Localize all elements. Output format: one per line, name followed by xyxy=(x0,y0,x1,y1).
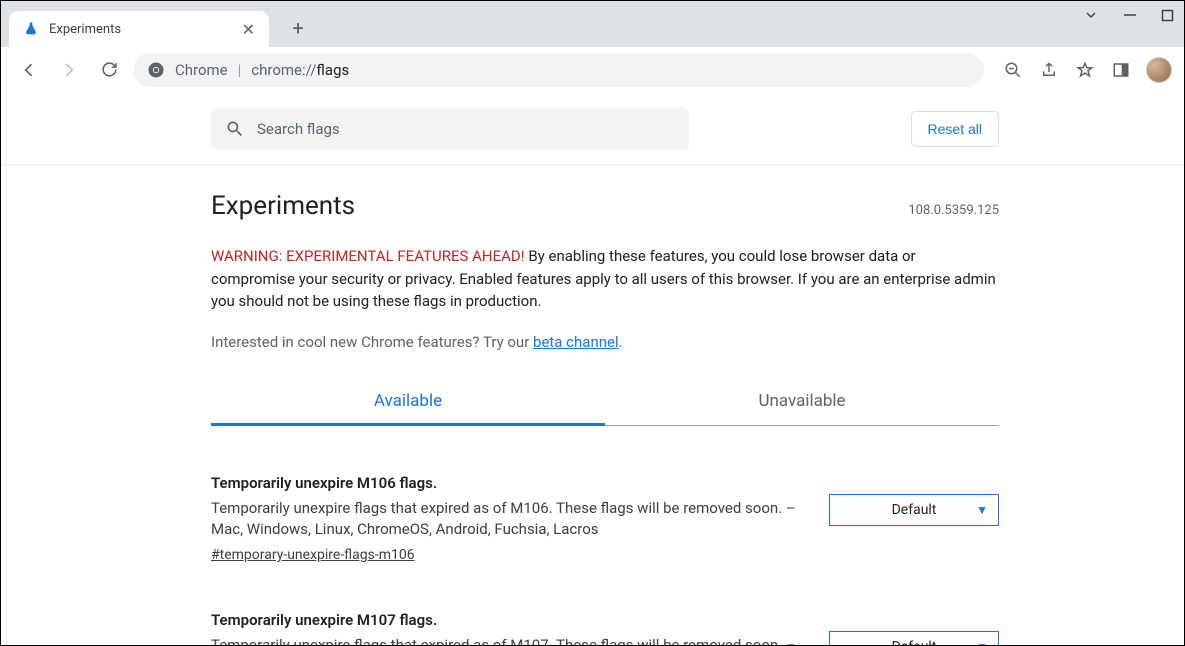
page-title: Experiments xyxy=(211,191,355,221)
reload-button[interactable] xyxy=(93,54,125,86)
bookmark-icon[interactable] xyxy=(1074,59,1096,81)
content: Experiments 108.0.5359.125 WARNING: EXPE… xyxy=(211,165,999,645)
back-button[interactable] xyxy=(13,54,45,86)
tabs-row: Available Unavailable xyxy=(211,379,999,426)
toolbar-actions xyxy=(992,57,1172,83)
search-placeholder: Search flags xyxy=(257,120,340,138)
beta-link[interactable]: beta channel xyxy=(533,333,619,351)
warning-prefix: WARNING: EXPERIMENTAL FEATURES AHEAD! xyxy=(211,247,525,265)
flask-icon xyxy=(23,21,39,37)
minimize-icon[interactable] xyxy=(1123,8,1137,22)
avatar[interactable] xyxy=(1146,57,1172,83)
chrome-icon xyxy=(147,61,165,79)
chevron-down-icon[interactable] xyxy=(1083,7,1099,23)
beta-text: Interested in cool new Chrome features? … xyxy=(211,333,533,351)
tab-unavailable[interactable]: Unavailable xyxy=(605,379,999,425)
beta-suffix: . xyxy=(619,333,623,351)
search-row: Search flags Reset all xyxy=(211,94,999,164)
page-content: Search flags Reset all Experiments 108.0… xyxy=(1,93,1184,645)
flag-row: Temporarily unexpire M107 flags. Tempora… xyxy=(211,611,999,645)
maximize-icon[interactable] xyxy=(1161,9,1174,22)
new-tab-button[interactable]: + xyxy=(283,13,313,43)
omnibox-separator: | xyxy=(238,61,242,79)
flag-select[interactable]: Default ▼ xyxy=(829,631,999,645)
flag-select-value: Default xyxy=(892,502,937,518)
tab-available[interactable]: Available xyxy=(211,379,605,425)
forward-button[interactable] xyxy=(53,54,85,86)
chevron-down-icon: ▼ xyxy=(976,503,988,517)
flag-description: Temporarily unexpire flags that expired … xyxy=(211,635,805,645)
reset-all-button[interactable]: Reset all xyxy=(911,111,999,147)
title-row: Experiments 108.0.5359.125 xyxy=(211,191,999,221)
version-text: 108.0.5359.125 xyxy=(908,203,999,218)
tab-title: Experiments xyxy=(49,22,228,37)
tab-strip: Experiments ✕ + xyxy=(1,1,1184,47)
flag-row: Temporarily unexpire M106 flags. Tempora… xyxy=(211,474,999,564)
close-icon[interactable]: ✕ xyxy=(238,18,259,41)
omnibox[interactable]: Chrome | chrome://flags xyxy=(133,53,984,87)
omnibox-url-prefix: chrome:// xyxy=(251,61,316,79)
zoom-icon[interactable] xyxy=(1002,59,1024,81)
warning-block: WARNING: EXPERIMENTAL FEATURES AHEAD! By… xyxy=(211,245,999,313)
flag-hash-link[interactable]: #temporary-unexpire-flags-m106 xyxy=(211,547,415,563)
sidepanel-icon[interactable] xyxy=(1110,59,1132,81)
toolbar: Chrome | chrome://flags xyxy=(1,47,1184,93)
window-controls xyxy=(1083,7,1174,23)
flag-description: Temporarily unexpire flags that expired … xyxy=(211,498,805,542)
omnibox-label: Chrome xyxy=(175,61,228,79)
flag-title: Temporarily unexpire M106 flags. xyxy=(211,474,805,492)
search-input[interactable]: Search flags xyxy=(211,108,689,150)
omnibox-url-path: flags xyxy=(316,61,349,79)
beta-line: Interested in cool new Chrome features? … xyxy=(211,333,999,351)
share-icon[interactable] xyxy=(1038,59,1060,81)
flag-info: Temporarily unexpire M107 flags. Tempora… xyxy=(211,611,805,645)
flag-info: Temporarily unexpire M106 flags. Tempora… xyxy=(211,474,805,564)
flag-select[interactable]: Default ▼ xyxy=(829,494,999,526)
chevron-down-icon: ▼ xyxy=(976,640,988,645)
flag-title: Temporarily unexpire M107 flags. xyxy=(211,611,805,629)
search-icon xyxy=(225,119,245,139)
browser-tab[interactable]: Experiments ✕ xyxy=(9,11,269,47)
flag-select-value: Default xyxy=(892,639,937,645)
